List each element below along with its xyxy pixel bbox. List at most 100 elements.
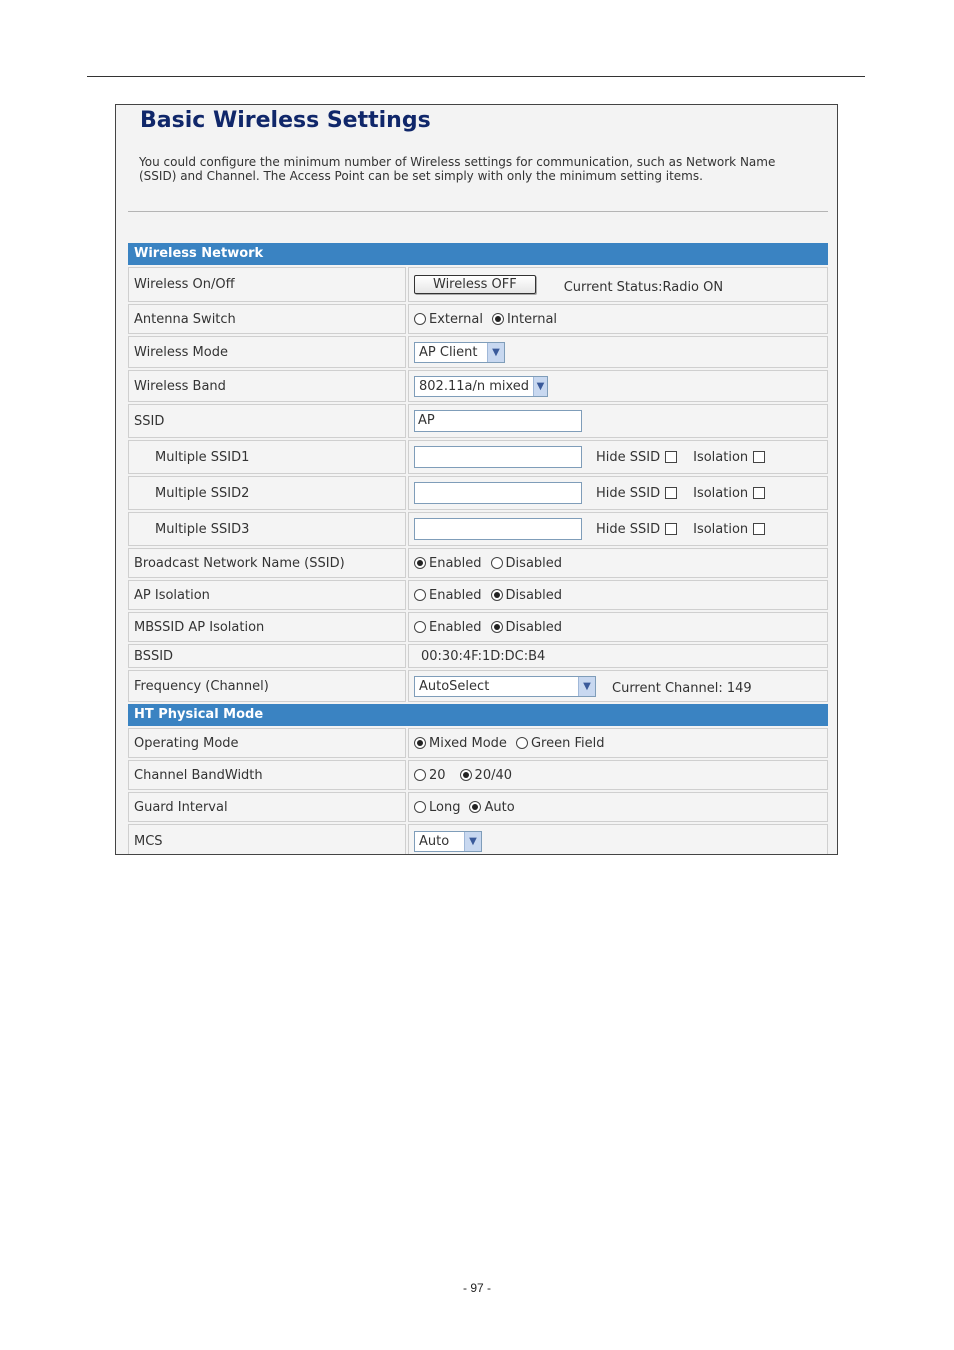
label-ssid: SSID bbox=[128, 404, 406, 438]
section-header-wireless-network: Wireless Network bbox=[128, 243, 828, 265]
mixed-mode-option[interactable]: Mixed Mode bbox=[414, 736, 507, 751]
label-bssid: BSSID bbox=[128, 644, 406, 668]
label-antenna-switch: Antenna Switch bbox=[128, 304, 406, 334]
ap-isolation-enabled-option[interactable]: Enabled bbox=[414, 588, 482, 603]
divider bbox=[128, 211, 828, 212]
mbssid-enabled-option[interactable]: Enabled bbox=[414, 620, 482, 635]
multiple-ssid1-input[interactable] bbox=[414, 446, 582, 468]
broadcast-enabled-option[interactable]: Enabled bbox=[414, 556, 482, 571]
radio-selected-icon[interactable] bbox=[459, 769, 472, 781]
wireless-mode-selected: AP Client bbox=[419, 344, 478, 360]
hide-ssid1-label: Hide SSID bbox=[596, 449, 661, 465]
row-guard-interval: Guard Interval Long Auto bbox=[128, 792, 828, 822]
antenna-external-option[interactable]: External bbox=[414, 312, 483, 327]
row-antenna-switch: Antenna Switch External Internal bbox=[128, 304, 828, 334]
antenna-external-label: External bbox=[429, 311, 483, 327]
radio-unselected-icon[interactable] bbox=[414, 801, 426, 813]
radio-unselected-icon[interactable] bbox=[414, 589, 426, 601]
row-wireless-band: Wireless Band 802.11a/n mixed ▼ bbox=[128, 370, 828, 402]
radio-selected-icon[interactable] bbox=[414, 557, 426, 569]
settings-table: Wireless Network Wireless On/Off Wireles… bbox=[128, 243, 828, 854]
hide-ssid1-checkbox[interactable] bbox=[665, 451, 678, 463]
value-operating-mode: Mixed Mode Green Field bbox=[408, 728, 828, 758]
hide-ssid3-checkbox[interactable] bbox=[665, 523, 678, 535]
row-wireless-mode: Wireless Mode AP Client ▼ bbox=[128, 336, 828, 368]
mcs-select[interactable]: Auto ▼ bbox=[414, 830, 482, 852]
radio-selected-icon[interactable] bbox=[414, 737, 426, 749]
multiple-ssid2-input[interactable] bbox=[414, 482, 582, 504]
label-mbssid-isolation: MBSSID AP Isolation bbox=[128, 612, 406, 642]
row-broadcast-ssid: Broadcast Network Name (SSID) Enabled Di… bbox=[128, 548, 828, 578]
wireless-off-button[interactable]: Wireless OFF bbox=[414, 275, 536, 294]
current-channel-text: Current Channel: 149 bbox=[612, 680, 752, 696]
green-field-option[interactable]: Green Field bbox=[515, 735, 605, 751]
value-multiple-ssid1: Hide SSID Isolation bbox=[408, 440, 828, 474]
value-antenna-switch: External Internal bbox=[408, 304, 828, 334]
radio-unselected-icon[interactable] bbox=[414, 313, 426, 325]
frequency-select[interactable]: AutoSelect ▼ bbox=[414, 675, 596, 697]
bandwidth-2040-option[interactable]: 20/40 bbox=[459, 767, 513, 783]
chevron-down-icon[interactable]: ▼ bbox=[464, 831, 481, 851]
radio-unselected-icon[interactable] bbox=[414, 621, 426, 633]
row-mbssid-isolation: MBSSID AP Isolation Enabled Disabled bbox=[128, 612, 828, 642]
broadcast-disabled-option[interactable]: Disabled bbox=[490, 555, 563, 571]
wireless-mode-select[interactable]: AP Client ▼ bbox=[414, 341, 505, 363]
chevron-down-icon[interactable]: ▼ bbox=[487, 342, 504, 362]
mcs-selected: Auto bbox=[419, 833, 450, 849]
page-header-rule bbox=[87, 76, 865, 77]
antenna-internal-label: Internal bbox=[506, 311, 558, 327]
hide-ssid2-label: Hide SSID bbox=[596, 485, 661, 501]
ap-isolation-disabled-option[interactable]: Disabled bbox=[490, 588, 562, 603]
bandwidth-20-option[interactable]: 20 bbox=[414, 768, 446, 783]
multiple-ssid3-input[interactable] bbox=[414, 518, 582, 540]
ssid-input[interactable]: AP bbox=[414, 410, 582, 432]
radio-unselected-icon[interactable] bbox=[414, 769, 426, 781]
radio-status-text: Current Status:Radio ON bbox=[563, 280, 724, 295]
mixed-mode-label: Mixed Mode bbox=[429, 735, 507, 751]
wireless-band-select[interactable]: 802.11a/n mixed ▼ bbox=[414, 375, 548, 397]
page-number: - 97 - bbox=[462, 1281, 491, 1295]
label-mcs: MCS bbox=[128, 824, 406, 854]
mbssid-disabled-option[interactable]: Disabled bbox=[490, 619, 563, 635]
row-wireless-onoff: Wireless On/Off Wireless OFF Current Sta… bbox=[128, 267, 828, 302]
label-wireless-mode: Wireless Mode bbox=[128, 336, 406, 368]
page-description: You could configure the minimum number o… bbox=[139, 155, 776, 183]
radio-selected-icon[interactable] bbox=[469, 801, 482, 813]
guard-long-option[interactable]: Long bbox=[414, 800, 460, 815]
isolation1-checkbox[interactable] bbox=[753, 451, 766, 463]
label-wireless-onoff: Wireless On/Off bbox=[128, 267, 406, 302]
value-wireless-band: 802.11a/n mixed ▼ bbox=[408, 370, 828, 402]
radio-unselected-icon[interactable] bbox=[515, 737, 528, 749]
bssid-value: 00:30:4F:1D:DC:B4 bbox=[408, 644, 828, 668]
isolation1-label: Isolation bbox=[693, 449, 749, 465]
bandwidth-2040-label: 20/40 bbox=[474, 767, 513, 783]
chevron-down-icon[interactable]: ▼ bbox=[578, 676, 595, 696]
radio-unselected-icon[interactable] bbox=[490, 557, 503, 569]
label-wireless-band: Wireless Band bbox=[128, 370, 406, 402]
radio-selected-icon[interactable] bbox=[491, 313, 504, 325]
value-mbssid-isolation: Enabled Disabled bbox=[408, 612, 828, 642]
row-multiple-ssid3: Multiple SSID3 Hide SSID Isolation bbox=[128, 512, 828, 546]
row-operating-mode: Operating Mode Mixed Mode Green Field bbox=[128, 728, 828, 758]
isolation3-checkbox[interactable] bbox=[753, 523, 766, 535]
row-bssid: BSSID 00:30:4F:1D:DC:B4 bbox=[128, 644, 828, 668]
row-ssid: SSID AP bbox=[128, 404, 828, 438]
green-field-label: Green Field bbox=[530, 735, 605, 751]
frequency-selected: AutoSelect bbox=[419, 678, 490, 694]
broadcast-disabled-label: Disabled bbox=[505, 555, 563, 571]
value-mcs: Auto ▼ bbox=[408, 824, 828, 854]
antenna-internal-option[interactable]: Internal bbox=[491, 311, 558, 327]
value-wireless-onoff: Wireless OFF Current Status:Radio ON bbox=[408, 267, 828, 302]
isolation2-checkbox[interactable] bbox=[753, 487, 766, 499]
mbssid-disabled-label: Disabled bbox=[505, 619, 563, 635]
chevron-down-icon[interactable]: ▼ bbox=[533, 376, 547, 396]
value-frequency: AutoSelect ▼ Current Channel: 149 bbox=[408, 670, 828, 702]
hide-ssid2-checkbox[interactable] bbox=[665, 487, 678, 499]
radio-selected-icon[interactable] bbox=[490, 589, 503, 601]
guard-auto-label: Auto bbox=[484, 799, 515, 815]
value-multiple-ssid3: Hide SSID Isolation bbox=[408, 512, 828, 546]
section-header-ht-physical-mode: HT Physical Mode bbox=[128, 704, 828, 726]
guard-long-label: Long bbox=[429, 799, 461, 815]
guard-auto-option[interactable]: Auto bbox=[469, 799, 515, 815]
radio-selected-icon[interactable] bbox=[490, 621, 503, 633]
